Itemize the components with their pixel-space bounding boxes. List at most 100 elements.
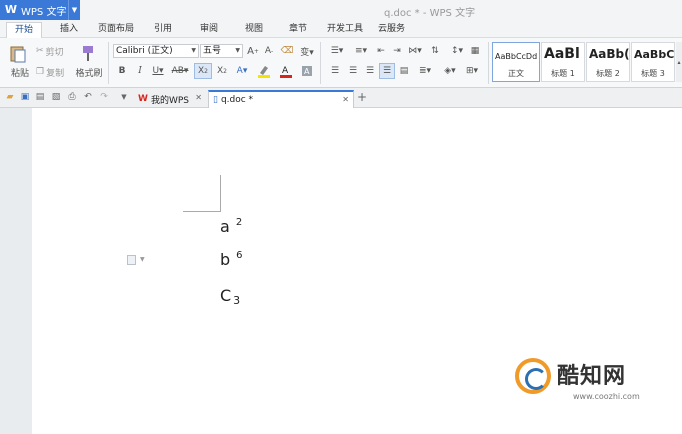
subscript-text: 3 <box>233 294 241 307</box>
font-color-glyph-icon: A <box>280 66 292 78</box>
tab-developer[interactable]: 开发工具 <box>327 22 363 38</box>
print-preview-icon[interactable]: ▧ <box>50 91 62 103</box>
copy-button[interactable]: ❐ 复制 <box>36 66 72 79</box>
open-folder-icon[interactable]: ▰ <box>4 91 16 103</box>
font-color-icon[interactable]: A <box>278 64 294 78</box>
line-spacing-icon[interactable]: ↕▾ <box>448 44 466 58</box>
strikethrough-icon[interactable]: AB▾ <box>170 64 190 78</box>
style-heading-1[interactable]: AaBl 标题 1 <box>541 42 585 82</box>
style-sample: AaBb( <box>589 47 630 61</box>
style-normal[interactable]: AaBbCcDd 正文 <box>492 42 540 82</box>
font-name-value: Calibri (正文) <box>116 46 173 56</box>
borders-icon[interactable]: ⊞▾ <box>462 64 482 78</box>
base-text: a <box>220 217 230 236</box>
paste-icon <box>10 46 26 63</box>
table-grid-icon[interactable]: ▦ <box>468 44 482 58</box>
justify-icon[interactable]: ☰ <box>379 63 395 79</box>
numbering-icon[interactable]: ≡▾ <box>350 44 372 58</box>
tab-q-doc[interactable]: ▯ q.doc * ✕ <box>208 90 354 108</box>
paste-label[interactable]: 粘贴 <box>6 66 34 79</box>
base-text: b <box>220 250 231 269</box>
save-icon[interactable]: ▣ <box>19 91 31 103</box>
menu-bar: 开始 插入 页面布局 引用 审阅 视图 章节 开发工具 云服务 <box>0 20 682 38</box>
close-icon[interactable]: ✕ <box>195 93 202 102</box>
customize-quick-access-icon[interactable]: ▼ <box>118 91 130 103</box>
underline-icon[interactable]: U▾ <box>150 64 166 78</box>
tab-references[interactable]: 引用 <box>154 22 172 38</box>
font-size-select[interactable]: 五号 ▼ <box>200 44 243 58</box>
font-name-select[interactable]: Calibri (正文) ▼ <box>113 44 199 58</box>
close-icon[interactable]: ✕ <box>342 95 349 104</box>
style-heading-3[interactable]: AaBbC 标题 3 <box>631 42 675 82</box>
italic-icon[interactable]: I <box>134 64 146 78</box>
watermark-url: www.coozhi.com <box>573 392 640 401</box>
app-menu-button[interactable]: W WPS 文字 ▼ <box>0 0 80 20</box>
align-right-icon[interactable]: ☰ <box>363 64 377 78</box>
subscript-icon[interactable]: X2 <box>214 64 230 78</box>
chinese-layout-icon[interactable]: ⋈▾ <box>406 44 424 58</box>
styles-scroll-icon[interactable]: ▴ <box>676 42 682 82</box>
divider <box>488 42 489 84</box>
phonetic-guide-icon[interactable]: 变▾ <box>296 44 318 58</box>
highlighter-icon <box>258 66 270 78</box>
new-document-icon[interactable]: ▤ <box>34 91 46 103</box>
quick-access-bar: ▰ ▣ ▤ ▧ ⎙ ↶ ↷ ▼ W 我的WPS ✕ ▯ q.doc * ✕ + <box>0 88 682 108</box>
tab-page-layout[interactable]: 页面布局 <box>98 22 134 38</box>
paste-button[interactable] <box>8 42 28 64</box>
sort-icon[interactable]: ⇅ <box>428 44 442 58</box>
font-size-value: 五号 <box>203 46 222 56</box>
highlight-icon[interactable] <box>256 64 272 78</box>
style-label: 标题 3 <box>641 69 665 78</box>
decrease-indent-icon[interactable]: ⇤ <box>374 44 388 58</box>
new-tab-icon[interactable]: + <box>356 90 368 104</box>
style-label: 标题 2 <box>596 69 620 78</box>
increase-indent-icon[interactable]: ⇥ <box>390 44 404 58</box>
chevron-down-icon[interactable]: ▼ <box>68 0 80 20</box>
chevron-down-icon: ▼ <box>191 47 196 54</box>
paragraph-layout-icon[interactable] <box>127 255 136 265</box>
undo-icon[interactable]: ↶ <box>82 91 94 103</box>
document-line[interactable]: b6 <box>220 250 243 269</box>
redo-icon[interactable]: ↷ <box>98 91 110 103</box>
document-line[interactable]: C3 <box>220 286 240 307</box>
tab-sections[interactable]: 章节 <box>289 22 307 38</box>
tab-review[interactable]: 审阅 <box>200 22 218 38</box>
watermark: 酷知网 www.coozhi.com <box>515 356 665 406</box>
style-sample: AaBl <box>544 46 580 62</box>
tab-view[interactable]: 视图 <box>245 22 263 38</box>
watermark-brand: 酷知网 <box>557 364 627 389</box>
cut-button[interactable]: ✂ 剪切 <box>36 45 72 58</box>
superscript-text: 2 <box>235 217 243 228</box>
format-painter-label: 格式刷 <box>75 68 103 79</box>
paragraph-spacing-icon[interactable]: ≣▾ <box>416 64 434 78</box>
style-heading-2[interactable]: AaBb( 标题 2 <box>586 42 630 82</box>
grow-font-icon[interactable]: A + <box>246 44 260 58</box>
clear-format-icon[interactable]: ⌫ <box>280 44 294 58</box>
base-text: C <box>220 286 232 305</box>
bold-icon[interactable]: B <box>116 64 128 78</box>
brush-icon <box>83 46 93 61</box>
chevron-down-icon[interactable]: ▼ <box>140 256 145 263</box>
title-bar: W WPS 文字 ▼ q.doc * - WPS 文字 <box>0 0 682 20</box>
tab-home[interactable]: 开始 <box>6 22 43 38</box>
text-effect-icon[interactable]: A▾ <box>234 64 250 78</box>
print-icon[interactable]: ⎙ <box>66 91 78 103</box>
svg-text:A: A <box>304 67 310 76</box>
shrink-font-icon[interactable]: A- <box>262 44 276 58</box>
superscript-icon[interactable]: X2 <box>194 63 212 79</box>
distributed-icon[interactable]: ▤ <box>397 64 411 78</box>
character-shading-icon[interactable]: A <box>300 64 314 78</box>
document-line[interactable]: a2 <box>220 217 242 236</box>
ribbon: 粘贴 ✂ 剪切 ❐ 复制 格式刷 Calibri (正文) ▼ 五号 ▼ A + A- ⌫… <box>0 38 682 88</box>
format-painter-button[interactable] <box>76 42 100 64</box>
tab-insert[interactable]: 插入 <box>60 22 78 38</box>
bullets-icon[interactable]: ☰▾ <box>326 44 348 58</box>
align-center-icon[interactable]: ☰ <box>346 64 360 78</box>
align-left-icon[interactable]: ☰ <box>328 64 342 78</box>
chevron-down-icon: ▼ <box>235 47 240 54</box>
doc-tab-label: q.doc * <box>220 95 254 105</box>
tab-my-wps[interactable]: W 我的WPS ✕ <box>134 90 206 108</box>
app-menu-label: WPS 文字 <box>21 6 67 18</box>
tab-cloud[interactable]: 云服务 <box>378 22 405 38</box>
paragraph-shading-icon[interactable]: ◈▾ <box>440 64 460 78</box>
